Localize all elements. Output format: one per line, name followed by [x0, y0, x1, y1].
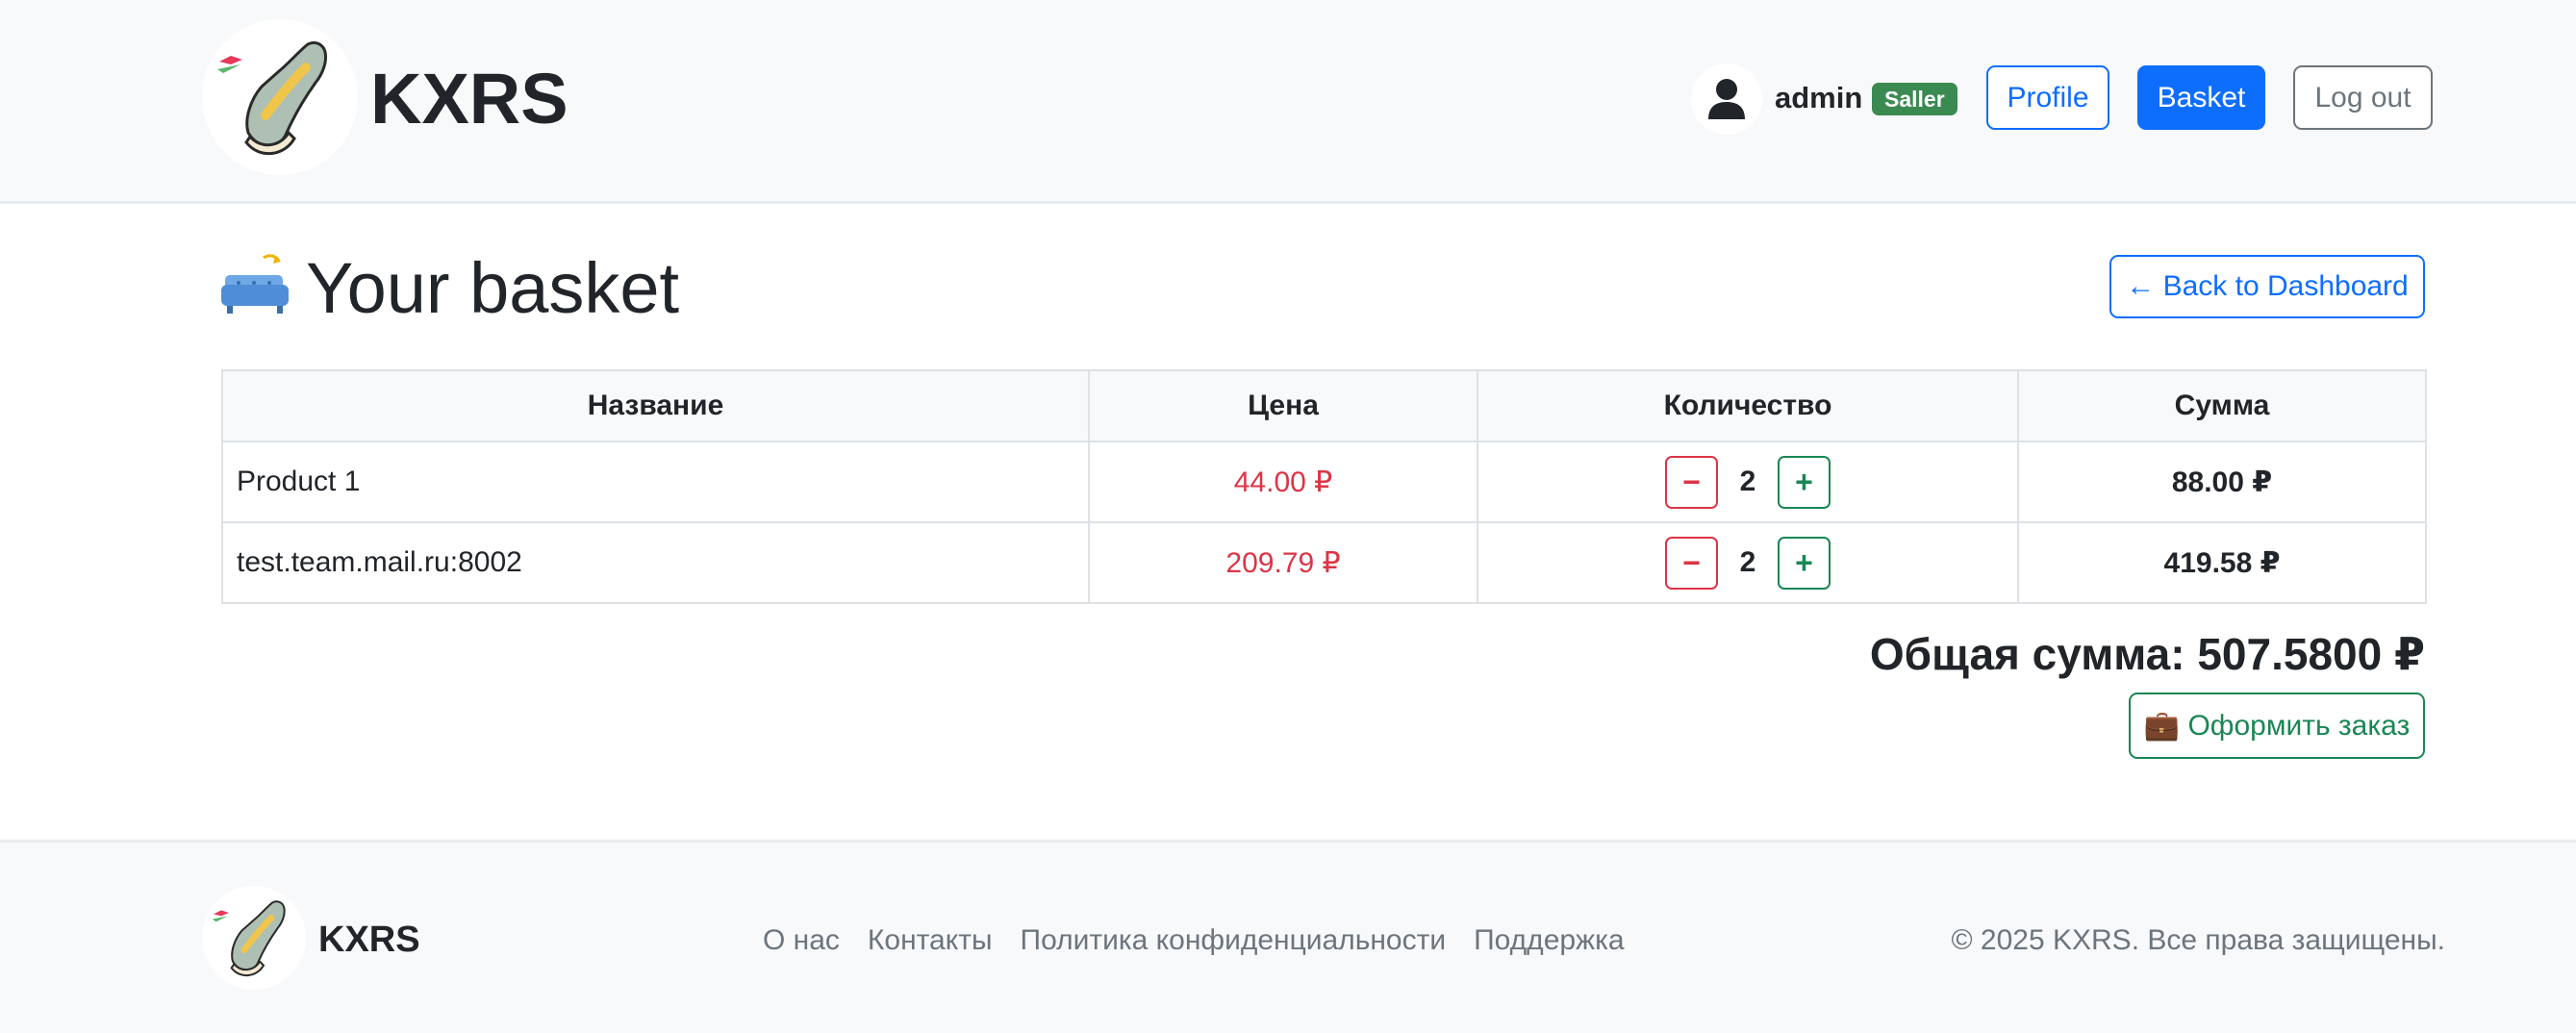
site-header: KXRS admin Saller Profile Basket Log out	[0, 0, 2576, 204]
table-row: Product 1 44.00 ₽ − 2 + 88.00 ₽	[221, 441, 2427, 523]
checkout-button[interactable]: 💼 Оформить заказ	[2129, 693, 2425, 759]
column-header-quantity: Количество	[1477, 369, 2019, 442]
username: admin	[1775, 81, 1863, 114]
page-heading: Your basket	[219, 245, 679, 332]
increase-quantity-button[interactable]: +	[1778, 455, 1831, 509]
table-row: test.team.mail.ru:8002 209.79 ₽ − 2 + 41…	[221, 521, 2427, 604]
quantity-value: 2	[1739, 466, 1756, 497]
product-price: 44.00 ₽	[1088, 441, 1478, 523]
product-name: test.team.mail.ru:8002	[221, 521, 1090, 604]
sofa-icon	[219, 250, 292, 328]
decrease-quantity-button[interactable]: −	[1665, 455, 1718, 509]
footer-brand: KXRS	[318, 920, 420, 960]
sneaker-logo-icon[interactable]	[202, 19, 358, 175]
quantity-cell: − 2 +	[1477, 441, 2019, 523]
footer-links: О нас Контакты Политика конфиденциальнос…	[763, 921, 1625, 960]
basket-button[interactable]: Basket	[2137, 65, 2265, 130]
quantity-stepper: − 2 +	[1478, 536, 2017, 590]
table-header-row: Название Цена Количество Сумма	[221, 369, 2427, 442]
role-badge: Saller	[1872, 83, 1957, 115]
profile-button[interactable]: Profile	[1986, 65, 2109, 130]
footer-link-support[interactable]: Поддержка	[1474, 921, 1625, 960]
site-footer: KXRS О нас Контакты Политика конфиденциа…	[0, 840, 2576, 1033]
logout-button[interactable]: Log out	[2293, 65, 2433, 130]
product-name: Product 1	[221, 441, 1090, 523]
page-title: Your basket	[306, 248, 680, 328]
back-to-dashboard-button[interactable]: ← Back to Dashboard	[2109, 255, 2425, 318]
increase-quantity-button[interactable]: +	[1778, 536, 1831, 590]
line-sum: 419.58 ₽	[2017, 521, 2427, 604]
quantity-stepper: − 2 +	[1478, 455, 2017, 509]
footer-link-about[interactable]: О нас	[763, 921, 840, 960]
column-header-name: Название	[221, 369, 1090, 442]
footer-link-privacy[interactable]: Политика конфиденциальности	[1021, 921, 1447, 960]
basket-table: Название Цена Количество Сумма Product 1…	[221, 369, 2427, 604]
decrease-quantity-button[interactable]: −	[1665, 536, 1718, 590]
column-header-sum: Сумма	[2017, 369, 2427, 442]
copyright-text: © 2025 KXRS. Все права защищены.	[1951, 924, 2445, 956]
column-header-price: Цена	[1088, 369, 1478, 442]
basket-total: Общая сумма: 507.5800 ₽	[1869, 629, 2425, 679]
user-avatar-icon	[1691, 63, 1762, 135]
footer-link-contacts[interactable]: Контакты	[868, 921, 993, 960]
product-price: 209.79 ₽	[1088, 521, 1478, 604]
quantity-value: 2	[1739, 546, 1756, 578]
sneaker-logo-icon[interactable]	[202, 886, 306, 990]
line-sum: 88.00 ₽	[2017, 441, 2427, 523]
brand-title: KXRS	[370, 59, 568, 139]
quantity-cell: − 2 +	[1477, 521, 2019, 604]
